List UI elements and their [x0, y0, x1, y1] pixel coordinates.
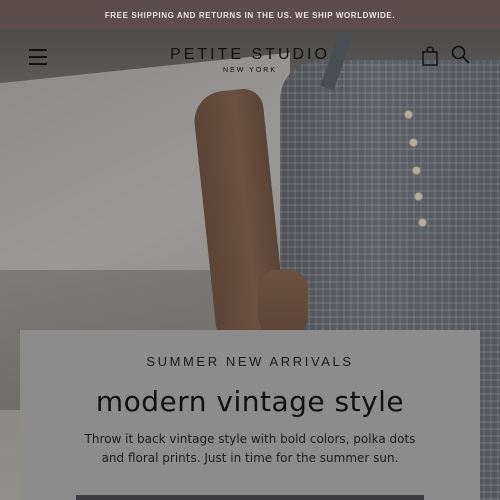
promo-text: FREE SHIPPING AND RETURNS IN THE US. WE … [104, 10, 396, 20]
shop-now-button[interactable] [76, 495, 424, 500]
hero-description: Throw it back vintage style with bold co… [84, 432, 416, 465]
dress-button [409, 138, 418, 147]
hero-eyebrow: SUMMER NEW ARRIVALS [146, 354, 354, 369]
dress-button [414, 192, 423, 201]
dress-button [418, 218, 427, 227]
site-header: PETITE STUDIO NEW YORK [0, 30, 500, 90]
dress-button [404, 110, 413, 119]
promo-bar: FREE SHIPPING AND RETURNS IN THE US. WE … [0, 0, 500, 30]
cart-icon[interactable] [421, 46, 439, 66]
hero-title: modern vintage style [95, 385, 405, 418]
search-icon[interactable] [451, 45, 470, 64]
logo-subtitle: NEW YORK [223, 67, 277, 74]
dress-button [412, 166, 421, 175]
hero-card: SUMMER NEW ARRIVALS modern vintage style… [20, 330, 480, 500]
